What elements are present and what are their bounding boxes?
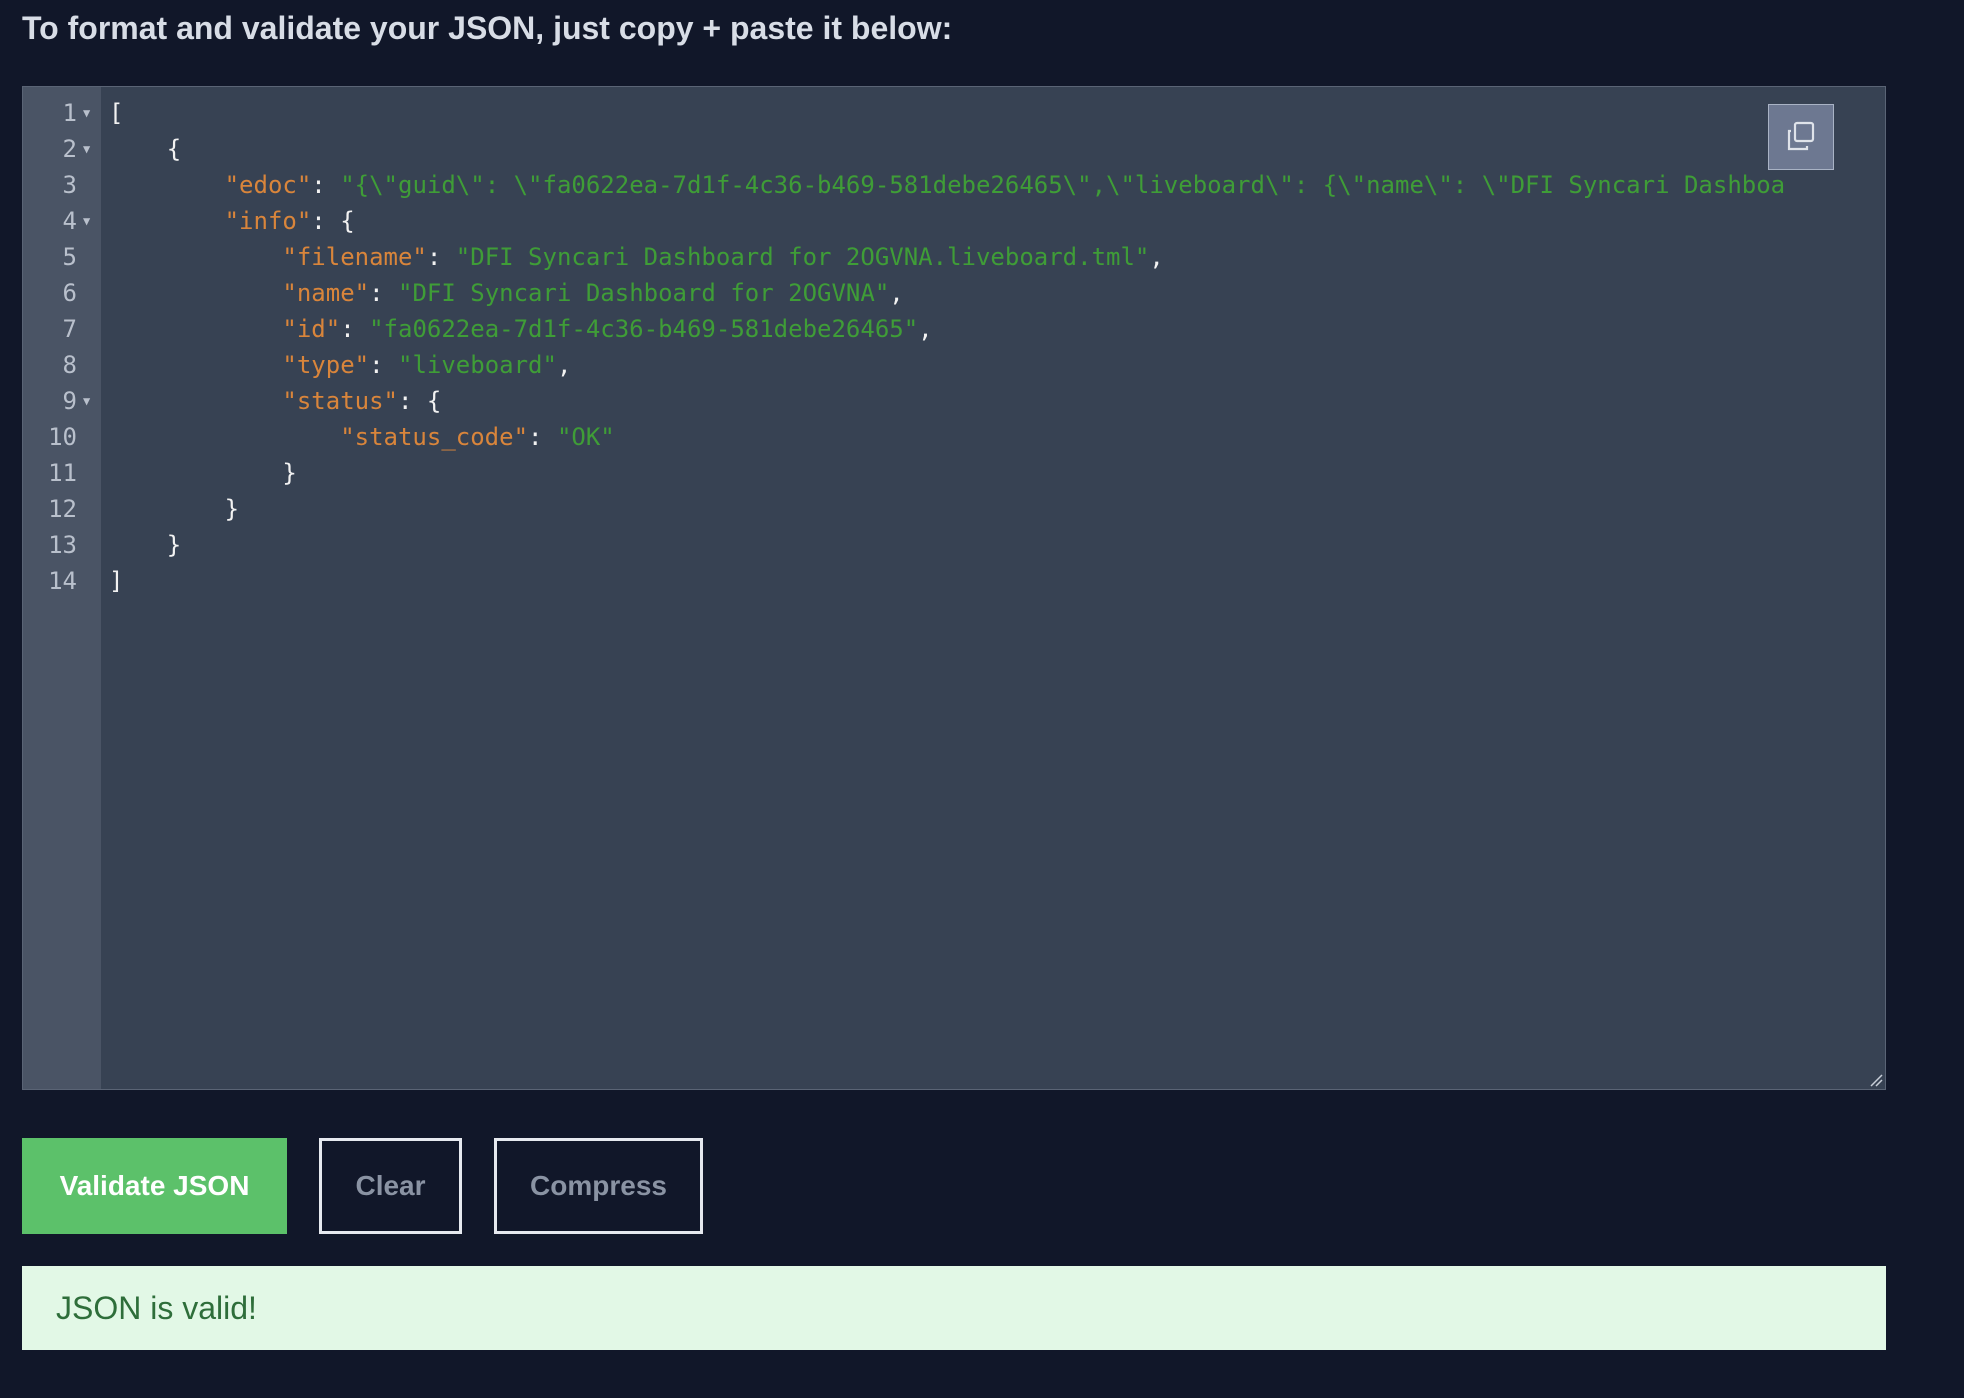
copy-icon bbox=[1787, 121, 1815, 151]
code-line: 1 ▼ [ bbox=[23, 95, 1885, 131]
code-line-content: } bbox=[109, 527, 181, 563]
validation-result-banner: JSON is valid! bbox=[22, 1266, 1886, 1350]
json-string: "liveboard" bbox=[398, 351, 557, 379]
json-string: "fa0622ea-7d1f-4c36-b469-581debe26465" bbox=[369, 315, 919, 343]
json-punctuation: , bbox=[556, 351, 572, 379]
json-string: "{\"guid\": \"fa0622ea-7d1f-4c36-b469-58… bbox=[340, 171, 1786, 199]
fold-toggle-icon[interactable]: ▼ bbox=[83, 383, 90, 419]
line-number: 12 bbox=[48, 495, 77, 523]
code-line-content: "filename": "DFI Syncari Dashboard for 2… bbox=[109, 239, 1164, 275]
code-line: 11 } bbox=[23, 455, 1885, 491]
json-punctuation bbox=[109, 351, 282, 379]
code-line: 10 "status_code": "OK" bbox=[23, 419, 1885, 455]
json-punctuation: { bbox=[109, 135, 182, 163]
line-number: 2 bbox=[62, 135, 77, 163]
json-punctuation: } bbox=[109, 459, 297, 487]
json-punctuation: : bbox=[369, 351, 398, 379]
code-line-content: } bbox=[109, 491, 239, 527]
line-number: 3 bbox=[62, 171, 77, 199]
json-punctuation bbox=[109, 315, 282, 343]
json-punctuation: , bbox=[918, 315, 933, 343]
json-punctuation bbox=[109, 279, 282, 307]
json-string: "DFI Syncari Dashboard for 2OGVNA.livebo… bbox=[455, 243, 1150, 271]
page-instruction: To format and validate your JSON, just c… bbox=[22, 10, 953, 46]
copy-button[interactable] bbox=[1768, 104, 1834, 170]
json-punctuation: , bbox=[1149, 243, 1164, 271]
json-punctuation: ] bbox=[109, 567, 124, 595]
json-key: "name" bbox=[282, 279, 370, 307]
code-line-content: "edoc": "{\"guid\": \"fa0622ea-7d1f-4c36… bbox=[109, 167, 1786, 203]
code-line-content: { bbox=[109, 131, 181, 167]
json-punctuation: : bbox=[369, 279, 398, 307]
json-punctuation: : { bbox=[397, 387, 442, 415]
json-punctuation bbox=[109, 207, 225, 235]
code-line-content: "name": "DFI Syncari Dashboard for 2OGVN… bbox=[109, 275, 904, 311]
json-string: "DFI Syncari Dashboard for 2OGVNA" bbox=[398, 279, 890, 307]
json-punctuation: : { bbox=[311, 207, 355, 235]
json-key: "edoc" bbox=[224, 171, 312, 199]
json-punctuation bbox=[109, 423, 340, 451]
line-number: 4 bbox=[62, 207, 77, 235]
code-line-content: "status": { bbox=[109, 383, 441, 419]
code-line-content: "status_code": "OK" bbox=[109, 419, 615, 455]
line-number: 9 bbox=[62, 387, 77, 415]
line-number: 11 bbox=[48, 459, 77, 487]
line-number: 6 bbox=[62, 279, 77, 307]
json-key: "info" bbox=[224, 207, 312, 235]
json-key: "id" bbox=[282, 315, 341, 343]
code-line: 2 ▼ { bbox=[23, 131, 1885, 167]
json-punctuation bbox=[109, 387, 282, 415]
code-line: 13 } bbox=[23, 527, 1885, 563]
json-editor[interactable]: 1 ▼[2 ▼ {3 "edoc": "{\"guid\": \"fa0622ea-… bbox=[22, 86, 1886, 1090]
code-line-content: [ bbox=[109, 95, 123, 131]
code-line: 4 ▼ "info": { bbox=[23, 203, 1885, 239]
json-key: "status" bbox=[282, 387, 398, 415]
code-line: 6 "name": "DFI Syncari Dashboard for 2OG… bbox=[23, 275, 1885, 311]
validate-json-button[interactable]: Validate JSON bbox=[22, 1138, 287, 1234]
json-punctuation: : bbox=[426, 243, 456, 271]
json-punctuation bbox=[109, 243, 282, 271]
line-number: 13 bbox=[48, 531, 77, 559]
json-punctuation: } bbox=[109, 531, 182, 559]
line-number: 10 bbox=[48, 423, 77, 451]
code-line-content: "id": "fa0622ea-7d1f-4c36-b469-581debe26… bbox=[109, 311, 933, 347]
json-punctuation: : bbox=[311, 171, 341, 199]
clear-button[interactable]: Clear bbox=[319, 1138, 462, 1234]
fold-toggle-icon[interactable]: ▼ bbox=[83, 95, 90, 131]
code-line: 12 } bbox=[23, 491, 1885, 527]
resize-handle-icon[interactable] bbox=[1869, 1073, 1883, 1087]
line-number: 14 bbox=[48, 567, 77, 595]
compress-button[interactable]: Compress bbox=[494, 1138, 703, 1234]
json-key: "type" bbox=[282, 351, 370, 379]
code-line-content: "type": "liveboard", bbox=[109, 347, 571, 383]
line-number: 7 bbox=[62, 315, 77, 343]
code-line: 14] bbox=[23, 563, 1885, 599]
json-string: "OK" bbox=[556, 423, 615, 451]
line-number: 8 bbox=[62, 351, 77, 379]
code-area[interactable]: 1 ▼[2 ▼ {3 "edoc": "{\"guid\": \"fa0622ea-… bbox=[23, 95, 1885, 599]
code-line-content: "info": { bbox=[109, 203, 355, 239]
fold-toggle-icon[interactable]: ▼ bbox=[83, 203, 90, 239]
json-punctuation: } bbox=[109, 495, 240, 523]
json-punctuation bbox=[109, 171, 225, 199]
code-line: 3 "edoc": "{\"guid\": \"fa0622ea-7d1f-4c… bbox=[23, 167, 1885, 203]
json-punctuation: [ bbox=[109, 99, 124, 127]
code-line: 8 "type": "liveboard", bbox=[23, 347, 1885, 383]
json-punctuation: , bbox=[889, 279, 904, 307]
fold-toggle-icon[interactable]: ▼ bbox=[83, 131, 90, 167]
line-number: 1 bbox=[62, 99, 77, 127]
code-line: 5 "filename": "DFI Syncari Dashboard for… bbox=[23, 239, 1885, 275]
json-key: "status_code" bbox=[340, 423, 529, 451]
code-line-content: ] bbox=[109, 563, 123, 599]
validation-message: JSON is valid! bbox=[56, 1289, 257, 1326]
json-punctuation: : bbox=[528, 423, 557, 451]
code-line: 7 "id": "fa0622ea-7d1f-4c36-b469-581debe… bbox=[23, 311, 1885, 347]
json-key: "filename" bbox=[282, 243, 427, 271]
json-punctuation: : bbox=[340, 315, 370, 343]
code-line: 9 ▼ "status": { bbox=[23, 383, 1885, 419]
line-number: 5 bbox=[62, 243, 77, 271]
code-line-content: } bbox=[109, 455, 297, 491]
